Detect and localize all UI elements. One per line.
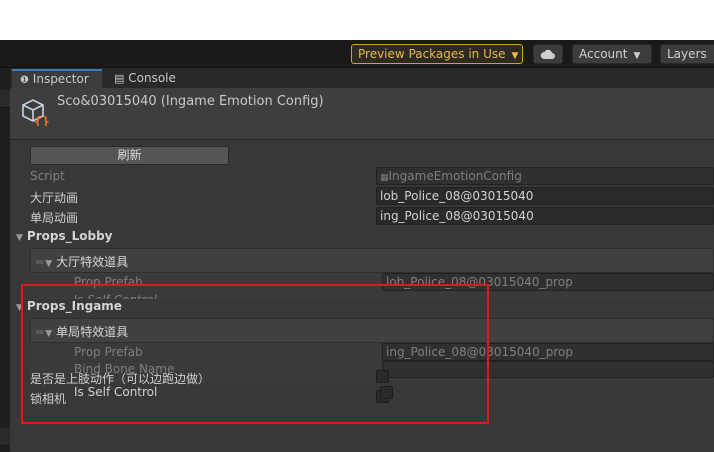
preview-packages-label: Preview Packages in Use (358, 47, 506, 61)
layers-dropdown[interactable]: Layers (660, 44, 714, 64)
refresh-button[interactable]: 刷新 (30, 146, 229, 165)
script-file-icon: ▦ (380, 173, 389, 183)
tab-bar: ❶ Inspector ▤ Console (10, 68, 714, 88)
tab-inspector-label: Inspector (32, 72, 89, 86)
cloud-button[interactable] (533, 44, 563, 64)
lobby-animation-field[interactable]: lob_Police_08@03015040 (376, 187, 714, 205)
props-lobby-label: Props_Lobby (26, 229, 113, 243)
script-field: ▦IngameEmotionConfig (376, 167, 714, 185)
lobby-prop-element-title: 大厅特效道具 (56, 255, 129, 269)
tab-console-label: Console (128, 71, 176, 85)
account-label: Account (579, 47, 628, 61)
highlight-box (21, 284, 489, 424)
left-panel-item (0, 90, 10, 108)
lobby-prop-element[interactable]: ═ ▼ 大厅特效道具 (30, 248, 714, 273)
info-icon: ❶ (20, 75, 29, 86)
cloud-icon (540, 49, 555, 59)
tab-inspector[interactable]: ❶ Inspector (12, 69, 102, 88)
foldout-arrow-icon: ▼ (16, 233, 23, 243)
main-toolbar: Preview Packages in Use ▼ Account ▼ Layers (0, 40, 714, 68)
tab-console[interactable]: ▤ Console (106, 69, 196, 88)
lobby-animation-label: 大厅动画 (30, 191, 79, 205)
preview-packages-button[interactable]: Preview Packages in Use ▼ (351, 44, 523, 64)
asset-title: Sco&03015040 (Ingame Emotion Config) (57, 94, 324, 109)
ingame-animation-label: 单局动画 (30, 211, 79, 225)
svg-text:{}: {} (34, 115, 50, 126)
props-lobby-foldout[interactable]: ▼ Props_Lobby (16, 229, 113, 243)
layers-label: Layers (667, 47, 707, 61)
inspector-header: {} Sco&03015040 (Ingame Emotion Config) (10, 88, 714, 140)
console-icon: ▤ (114, 72, 125, 85)
ingame-animation-field[interactable]: ing_Police_08@03015040 (376, 207, 714, 225)
chevron-down-icon: ▼ (511, 51, 519, 61)
lobby-prop-element-header: ═ ▼ 大厅特效道具 (36, 253, 128, 270)
script-label: Script (30, 169, 65, 183)
foldout-arrow-icon: ▼ (45, 259, 53, 269)
left-panel-item (0, 428, 10, 446)
drag-handle-icon[interactable]: ═ (36, 255, 43, 269)
script-value: IngameEmotionConfig (388, 169, 522, 183)
window-top-area (0, 0, 714, 40)
scriptable-object-icon: {} (22, 99, 50, 126)
chevron-down-icon: ▼ (633, 51, 641, 61)
account-dropdown[interactable]: Account ▼ (572, 44, 652, 64)
left-panel-strip (0, 68, 10, 452)
